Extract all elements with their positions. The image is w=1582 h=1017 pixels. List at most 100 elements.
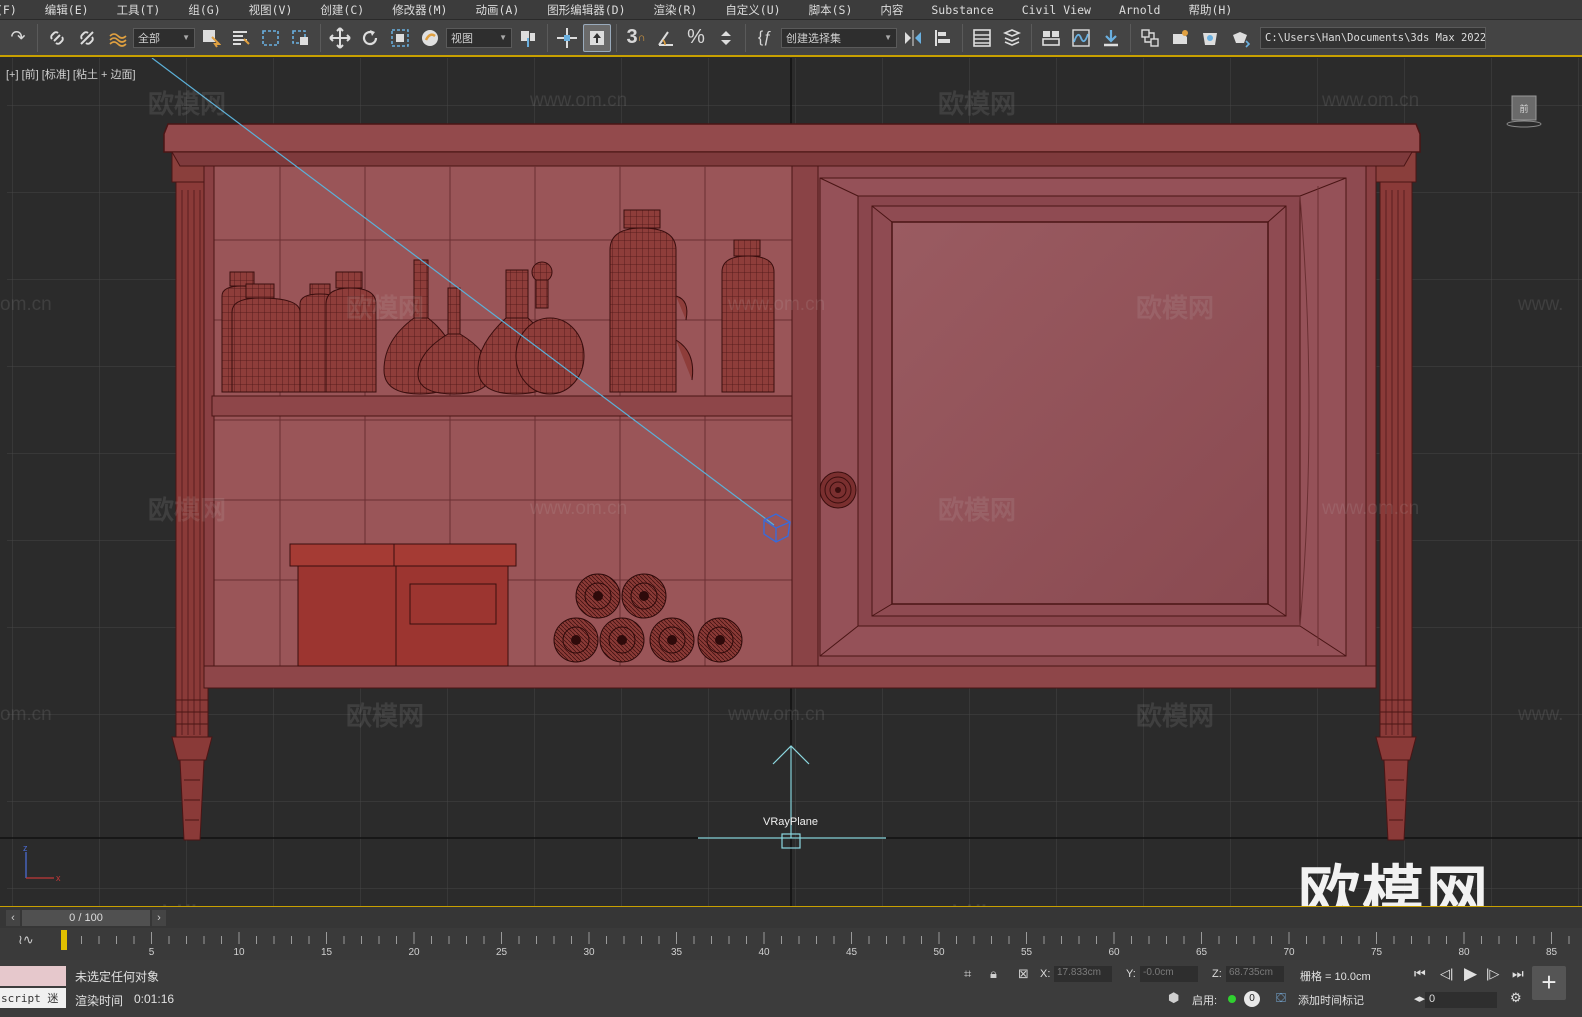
ruler-tick-label: 45	[845, 947, 858, 958]
time-tag-icon[interactable]: ⛋	[1276, 990, 1286, 1006]
current-frame-field[interactable]: 0	[1425, 992, 1497, 1008]
track-bar[interactable]: ≀∿ 5 10 15 20 25 30 35 40 45 50 55 60 65 70 75 80 85	[0, 928, 1582, 960]
place-icon[interactable]	[416, 24, 444, 52]
curve-editor-icon[interactable]	[1067, 24, 1095, 52]
menu-item-12[interactable]: 内容	[866, 2, 917, 18]
chevron-right-icon[interactable]: ›	[152, 909, 166, 926]
adaptive-degradation-icon[interactable]: ⬢	[1168, 990, 1179, 1006]
redo-icon[interactable]: ↷	[4, 24, 32, 52]
toolbar-separator	[616, 23, 617, 52]
render-setup-icon[interactable]	[1166, 24, 1194, 52]
unlink-icon[interactable]	[73, 24, 101, 52]
scale-icon[interactable]	[386, 24, 414, 52]
select-by-name-icon[interactable]	[227, 24, 255, 52]
play-icon[interactable]: ▶	[1464, 964, 1477, 984]
project-folder-path[interactable]: C:\Users\Han\Documents\3ds Max 2022▼	[1260, 26, 1486, 49]
z-coordinate-field[interactable]: 68.735cm	[1226, 966, 1284, 982]
ruler-tick-label: 40	[758, 947, 770, 958]
menu-bar: (F)编辑(E)工具(T)组(G)视图(V)创建(C)修改器(M)动画(A)图形…	[0, 0, 1582, 19]
bind-spacewarp-icon[interactable]	[103, 24, 131, 52]
ruler-tick-label: 80	[1458, 947, 1470, 958]
rotate-icon[interactable]	[356, 24, 384, 52]
time-slider[interactable]: ‹ 0 / 100 ›	[0, 906, 1582, 928]
cabinet-shelf	[211, 395, 793, 417]
grid-size-readout: 栅格 = 10.0cm	[1300, 971, 1371, 983]
time-configuration-icon[interactable]: ⚙	[1510, 990, 1522, 1006]
select-object-icon[interactable]	[197, 24, 225, 52]
menu-item-8[interactable]: 图形编辑器(D)	[533, 2, 639, 18]
select-manipulate-icon[interactable]	[553, 24, 581, 52]
rendered-frame-window-icon[interactable]	[1196, 24, 1224, 52]
menu-item-2[interactable]: 工具(T)	[103, 2, 175, 18]
ruler-tick-label: 5	[148, 947, 155, 958]
menu-item-14[interactable]: Civil View	[1008, 3, 1105, 17]
key-mode-icon[interactable]: ◂▸	[1414, 992, 1425, 1005]
snaps-toggle-icon[interactable]: 3 ∩	[622, 24, 650, 52]
percent-snap-icon[interactable]: %	[682, 24, 710, 52]
render-production-icon[interactable]	[1226, 24, 1254, 52]
window-crossing-icon[interactable]	[287, 24, 315, 52]
maxscript-input[interactable]: script 迷	[0, 988, 66, 1008]
isolate-selection-icon[interactable]: ⌗	[964, 966, 971, 982]
scene-explorer-icon[interactable]	[968, 24, 996, 52]
angle-snap-icon[interactable]	[652, 24, 680, 52]
menu-item-9[interactable]: 渲染(R)	[640, 2, 712, 18]
edit-named-selection-icon[interactable]: {ƒ	[751, 24, 779, 52]
menu-item-4[interactable]: 视图(V)	[235, 2, 307, 18]
menu-item-5[interactable]: 创建(C)	[306, 2, 378, 18]
ruler-tick-label: 20	[408, 947, 420, 958]
menu-item-7[interactable]: 动画(A)	[461, 2, 533, 18]
link-icon[interactable]	[43, 24, 71, 52]
chevron-down-icon: ▼	[499, 33, 507, 42]
chevron-left-icon[interactable]: ‹	[6, 909, 20, 926]
maxscript-listener[interactable]: script 迷	[0, 966, 66, 1010]
door-knob[interactable]	[819, 471, 857, 509]
x-coordinate-field[interactable]: 17.833cm	[1054, 966, 1112, 982]
cabinet-side-left	[203, 165, 215, 683]
3ds-max-window: (F)编辑(E)工具(T)组(G)视图(V)创建(C)修改器(M)动画(A)图形…	[0, 0, 1582, 1017]
snaps-toggle-value: 3	[626, 26, 638, 48]
enable-count-badge[interactable]: 0	[1244, 991, 1260, 1007]
absolute-transform-icon[interactable]: ⊠	[1018, 966, 1029, 982]
menu-item-6[interactable]: 修改器(M)	[378, 2, 461, 18]
menu-item-11[interactable]: 脚本(S)	[795, 2, 867, 18]
spinner-snap-icon[interactable]	[712, 24, 740, 52]
time-cursor[interactable]	[61, 930, 67, 950]
toolbar-separator	[320, 23, 321, 52]
named-selection-dropdown[interactable]: 创建选择集 ▼	[781, 27, 897, 48]
move-icon[interactable]	[326, 24, 354, 52]
schematic-view-icon[interactable]	[1097, 24, 1125, 52]
align-icon[interactable]	[929, 24, 957, 52]
rectangular-selection-icon[interactable]	[257, 24, 285, 52]
menu-item-15[interactable]: Arnold	[1105, 3, 1175, 17]
go-to-end-icon[interactable]: ⏭	[1512, 966, 1524, 982]
reference-coordinate-dropdown[interactable]: 视图 ▼	[446, 27, 512, 48]
next-frame-icon[interactable]: |▷	[1486, 966, 1499, 982]
selection-filter-dropdown[interactable]: 全部 ▼	[133, 27, 195, 48]
add-button[interactable]: +	[1532, 966, 1566, 1000]
time-slider-frame[interactable]: 0 / 100	[22, 909, 150, 926]
y-coordinate-field[interactable]: -0.0cm	[1140, 966, 1198, 982]
maxscript-output[interactable]	[0, 966, 66, 986]
front-viewport[interactable]: [+] [前] [标准] [粘土 + 边面] z x 前 VRayPlane 欧…	[0, 58, 1582, 906]
toggle-ribbon-icon[interactable]	[1037, 24, 1065, 52]
keyboard-shortcut-override-icon[interactable]	[583, 23, 611, 52]
menu-item-1[interactable]: 编辑(E)	[31, 2, 103, 18]
lock-icon[interactable]: 🔒︎	[990, 966, 997, 982]
add-time-tag-button[interactable]: 添加时间标记	[1298, 992, 1364, 1008]
layer-explorer-icon[interactable]	[998, 24, 1026, 52]
menu-item-13[interactable]: Substance	[917, 3, 1007, 17]
pivot-center-icon[interactable]	[514, 24, 542, 52]
viewport-label-menu[interactable]: [+] [前] [标准] [粘土 + 边面]	[6, 66, 136, 82]
mirror-icon[interactable]	[899, 24, 927, 52]
go-to-start-icon[interactable]: ⏮	[1414, 966, 1426, 982]
material-editor-icon[interactable]	[1136, 24, 1164, 52]
menu-item-10[interactable]: 自定义(U)	[711, 2, 794, 18]
menu-item-16[interactable]: 帮助(H)	[1174, 2, 1246, 18]
menu-item-3[interactable]: 组(G)	[174, 2, 234, 18]
viewcube[interactable]: 前	[1506, 94, 1542, 130]
menu-item-0[interactable]: (F)	[0, 3, 31, 17]
cabinet-door[interactable]	[817, 165, 1367, 667]
ruler-tick-label: 25	[495, 947, 508, 958]
previous-frame-icon[interactable]: ◁|	[1440, 966, 1453, 982]
